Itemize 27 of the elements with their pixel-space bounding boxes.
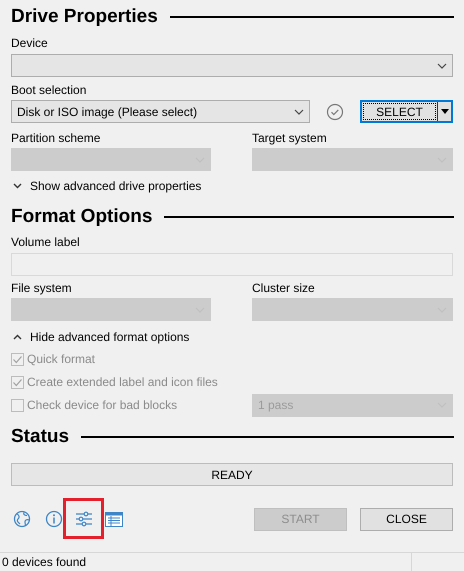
info-icon[interactable] [45,510,63,528]
status-text: 0 devices found [1,554,88,571]
globe-icon[interactable] [13,510,31,528]
field-label: Target system [252,131,328,145]
action-button[interactable]: CLOSE [360,508,453,530]
dropdown-arrow-icon[interactable] [440,109,448,114]
expand-toggle[interactable]: Show advanced drive properties [0,179,202,193]
chevron-down-icon [294,108,304,114]
chevron-down-icon [13,183,22,189]
field-label: File system [11,281,73,295]
settings-icon[interactable] [75,511,93,527]
field-label: Partition scheme [11,131,102,145]
field-label: Device [11,36,49,50]
section-heading: Drive Properties [11,5,158,29]
section-heading: Status [11,425,70,449]
checkmark-circle-icon[interactable] [326,102,344,120]
select-button[interactable]: SELECT [360,100,453,123]
field-label: Cluster size [252,281,316,295]
table-icon[interactable] [105,512,123,526]
dropdown[interactable] [11,54,453,77]
expand-toggle[interactable]: Hide advanced format options [0,330,190,344]
field-label: Boot selection [11,83,88,97]
field-label: Volume label [11,235,81,249]
dropdown[interactable]: Disk or ISO image (Please select) [11,100,310,123]
chevron-up-icon [13,334,22,340]
chevron-down-icon [437,62,447,68]
section-heading: Format Options [11,205,152,229]
